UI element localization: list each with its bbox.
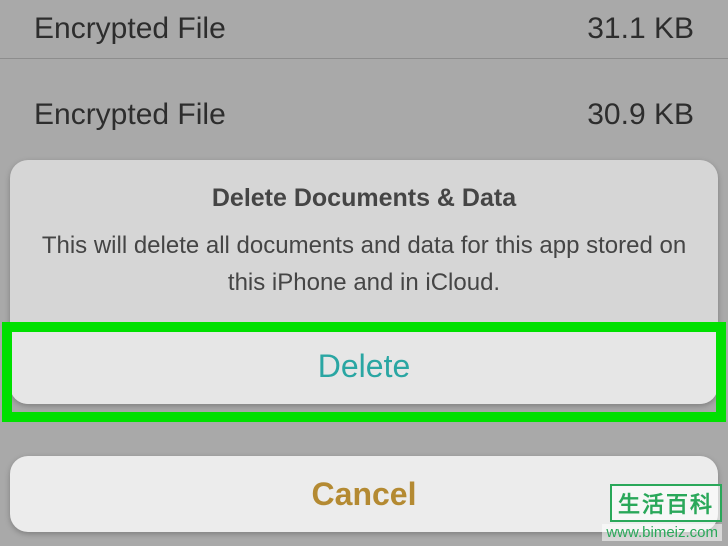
action-sheet-message: This will delete all documents and data … — [38, 227, 690, 301]
action-sheet: Delete Documents & Data This will delete… — [10, 160, 718, 404]
file-size: 30.9 KB — [587, 98, 694, 132]
file-name: Encrypted File — [34, 12, 226, 46]
watermark-url: www.bimeiz.com — [602, 524, 722, 541]
delete-button[interactable]: Delete — [10, 328, 718, 404]
row-separator — [0, 58, 728, 59]
action-sheet-title: Delete Documents & Data — [38, 184, 690, 213]
watermark: 生活百科 www.bimeiz.com — [602, 484, 722, 542]
action-sheet-header: Delete Documents & Data This will delete… — [10, 160, 718, 327]
watermark-badge: 生活百科 — [610, 484, 722, 522]
file-row[interactable]: Encrypted File 31.1 KB — [0, 0, 728, 58]
file-row[interactable]: Encrypted File 30.9 KB — [0, 86, 728, 144]
file-list: Encrypted File 31.1 KB Encrypted File 30… — [0, 0, 728, 144]
file-size: 31.1 KB — [587, 12, 694, 46]
file-name: Encrypted File — [34, 98, 226, 132]
